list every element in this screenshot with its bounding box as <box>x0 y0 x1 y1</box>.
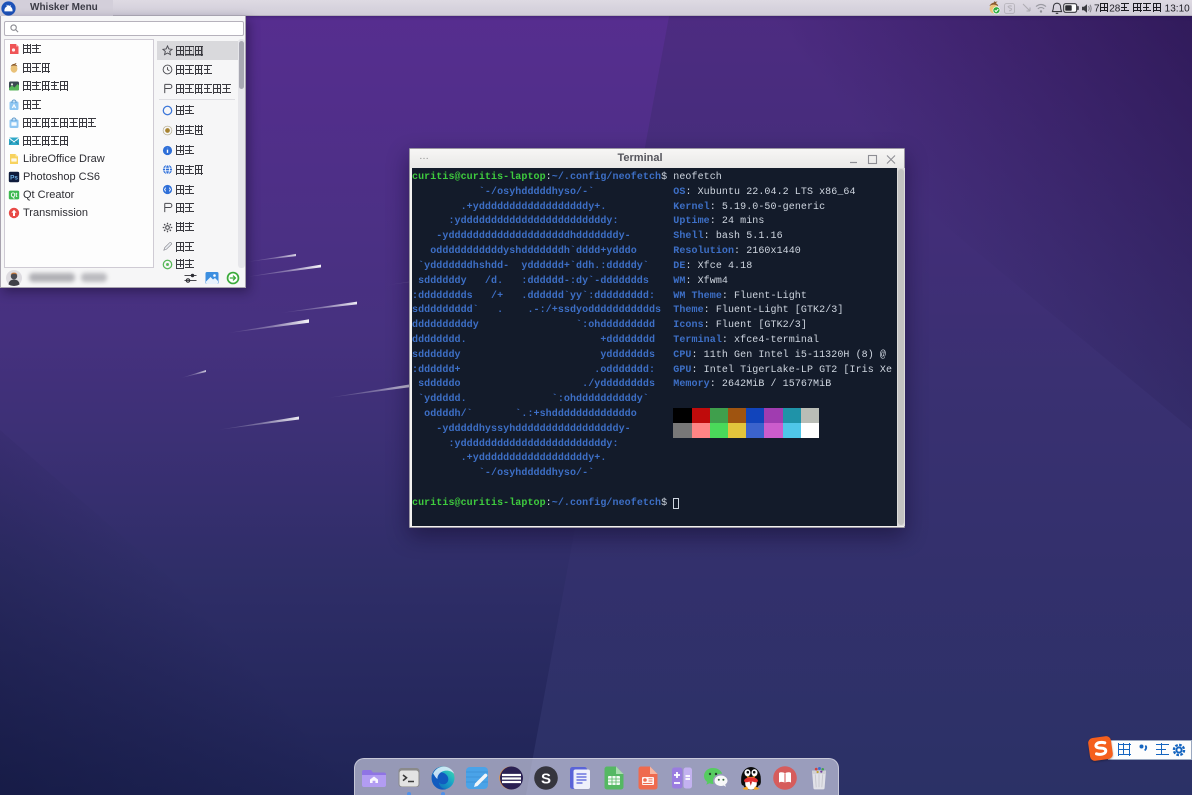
svg-text:Ps: Ps <box>10 174 18 181</box>
svg-text:S: S <box>541 771 551 788</box>
svg-text:Qt: Qt <box>11 192 18 199</box>
